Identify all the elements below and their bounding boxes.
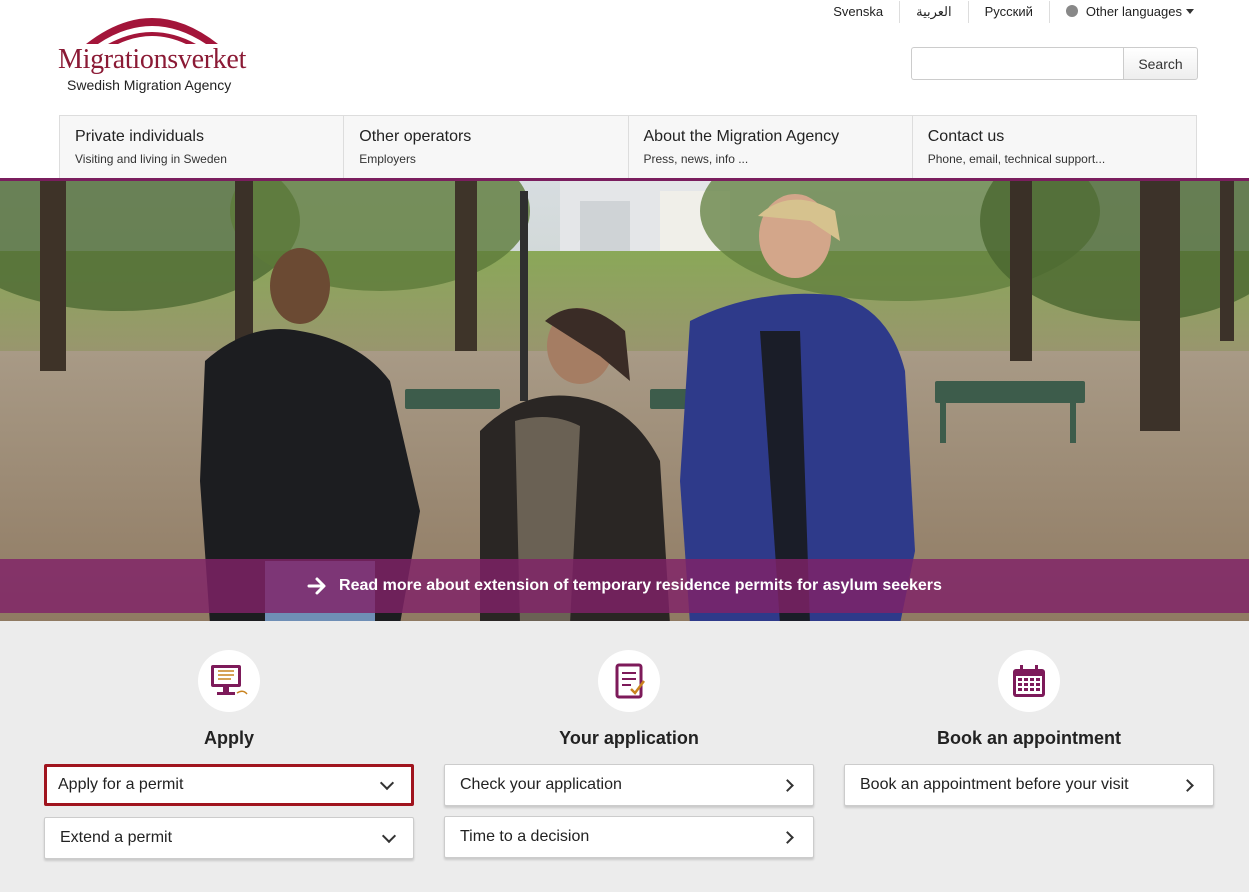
service-title: Book an appointment	[937, 728, 1121, 748]
extend-permit-dropdown[interactable]: Extend a permit	[44, 817, 414, 859]
time-to-decision-button[interactable]: Time to a decision	[444, 816, 814, 858]
search-input[interactable]	[911, 47, 1123, 80]
language-link-russian[interactable]: Русский	[969, 1, 1050, 23]
announcement-banner[interactable]: Read more about extension of temporary r…	[0, 559, 1249, 613]
main-navigation: Private individuals Visiting and living …	[59, 115, 1197, 178]
language-link-arabic[interactable]: العربية	[900, 1, 969, 23]
button-label: Check your application	[460, 776, 622, 793]
nav-item-subtitle: Press, news, info ...	[643, 152, 749, 166]
chevron-right-icon	[781, 778, 794, 792]
service-title: Apply	[203, 728, 254, 748]
nav-item-title: Contact us	[927, 128, 1005, 145]
search-form: Search	[911, 47, 1198, 80]
arrow-right-icon	[307, 577, 326, 595]
announcement-text: Read more about extension of temporary r…	[339, 577, 942, 594]
site-logo[interactable]: Migrationsverket Swedish Migration Agenc…	[58, 6, 248, 98]
nav-item-subtitle: Phone, email, technical support...	[927, 152, 1106, 166]
service-title: Your application	[559, 728, 699, 748]
nav-item-subtitle: Visiting and living in Sweden	[75, 152, 227, 166]
button-label: Book an appointment before your visit	[860, 776, 1129, 793]
search-button[interactable]: Search	[1123, 47, 1198, 80]
nav-item-private-individuals[interactable]: Private individuals Visiting and living …	[60, 116, 345, 178]
check-application-button[interactable]: Check your application	[444, 764, 814, 806]
computer-form-icon	[198, 650, 260, 712]
chevron-down-icon	[379, 775, 395, 790]
chevron-right-icon	[1181, 778, 1194, 792]
hero-section: Read more about extension of temporary r…	[0, 178, 1249, 621]
chevron-down-icon	[381, 828, 397, 843]
caret-down-icon	[1186, 9, 1194, 14]
site-header: Migrationsverket Swedish Migration Agenc…	[0, 0, 1249, 180]
language-bar: Svenska العربية Русский Other languages	[817, 0, 1194, 24]
nav-item-subtitle: Employers	[359, 152, 416, 166]
nav-item-title: Other operators	[359, 128, 472, 145]
nav-item-about[interactable]: About the Migration Agency Press, news, …	[629, 116, 913, 178]
apply-for-permit-dropdown[interactable]: Apply for a permit	[44, 764, 414, 806]
services-section: Apply Apply for a permit Extend a permit…	[0, 621, 1249, 892]
other-languages-label: Other languages	[1085, 4, 1182, 19]
hero-photo	[0, 181, 1249, 621]
nav-item-other-operators[interactable]: Other operators Employers	[344, 116, 629, 178]
other-languages-dropdown[interactable]: Other languages	[1050, 1, 1194, 23]
book-appointment-button[interactable]: Book an appointment before your visit	[844, 764, 1214, 806]
calendar-icon	[998, 650, 1060, 712]
logo-arc-icon	[86, 18, 218, 44]
nav-item-contact-us[interactable]: Contact us Phone, email, technical suppo…	[913, 116, 1196, 178]
nav-item-title: Private individuals	[75, 128, 204, 145]
nav-item-title: About the Migration Agency	[643, 128, 840, 145]
chevron-right-icon	[781, 830, 794, 844]
button-label: Time to a decision	[460, 828, 590, 845]
document-check-icon	[598, 650, 660, 712]
logo-subtitle: Swedish Migration Agency	[67, 77, 232, 93]
logo-wordmark: Migrationsverket	[58, 44, 247, 75]
language-link-svenska[interactable]: Svenska	[817, 1, 901, 23]
button-label: Extend a permit	[60, 829, 173, 846]
button-label: Apply for a permit	[58, 776, 184, 793]
globe-icon	[1065, 5, 1078, 17]
